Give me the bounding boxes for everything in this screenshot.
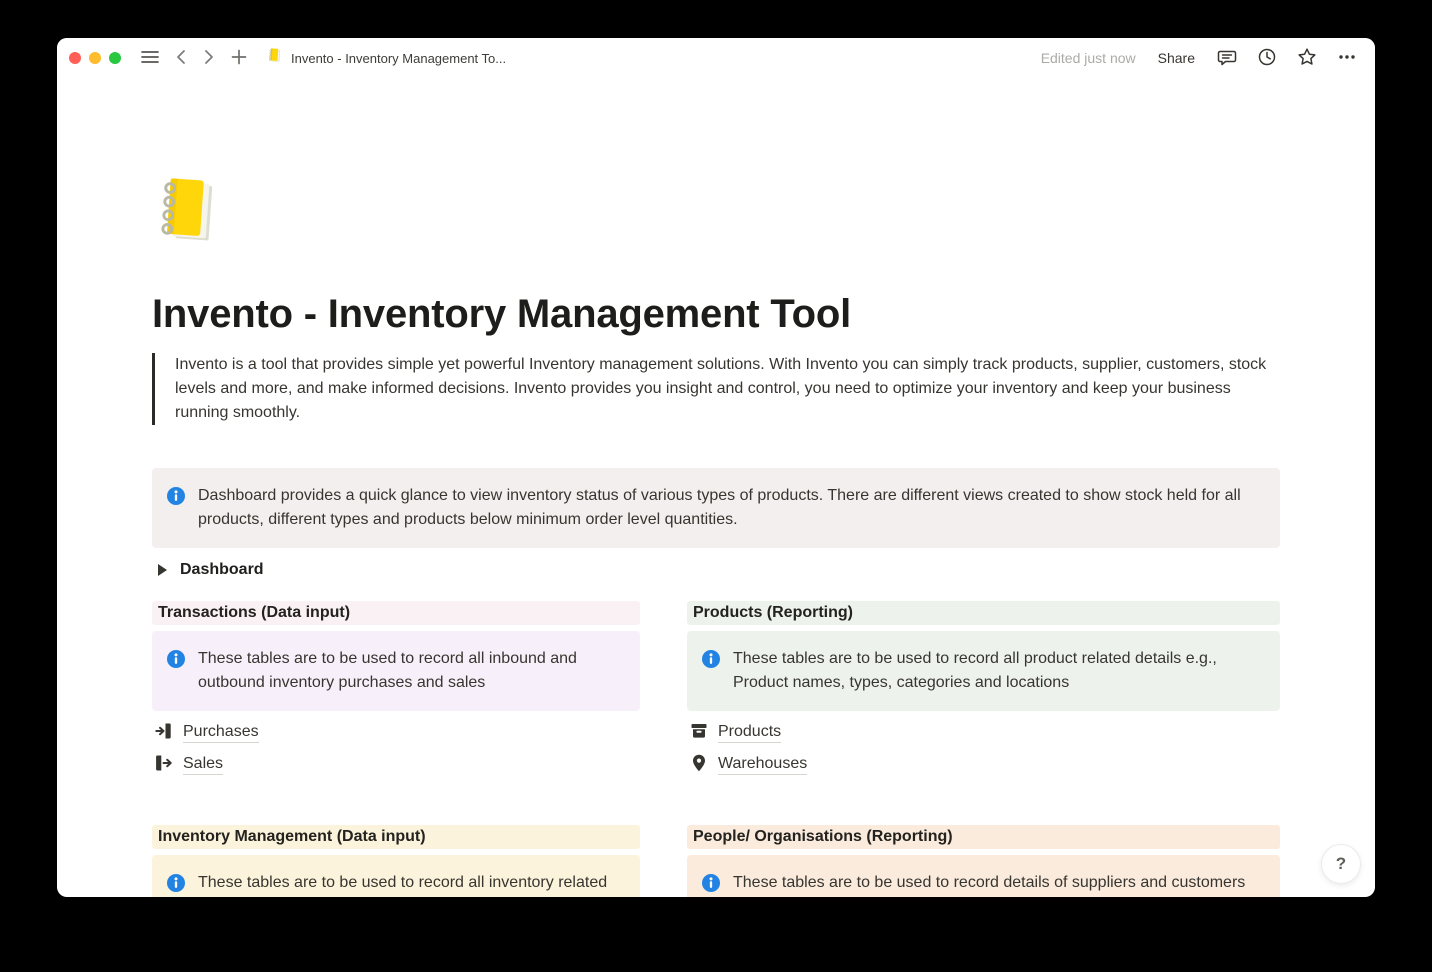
products-link-label: Products: [718, 723, 781, 743]
clock-icon: [1257, 47, 1277, 70]
page-link-warehouses[interactable]: Warehouses: [689, 753, 1280, 777]
page-link-products[interactable]: Products: [689, 721, 1280, 745]
people-organisations-callout: These tables are to be used to record de…: [687, 855, 1280, 897]
inventory-management-callout: These tables are to be used to record al…: [152, 855, 640, 897]
dashboard-toggle-label: Dashboard: [180, 561, 264, 579]
chevron-right-icon: [203, 49, 215, 68]
products-callout: These tables are to be used to record al…: [687, 631, 1280, 711]
section-header-inventory-management: Inventory Management (Data input): [152, 825, 640, 849]
two-column-layout: Transactions (Data input) These tables a…: [152, 601, 1280, 897]
section-header-people-organisations: People/ Organisations (Reporting): [687, 825, 1280, 849]
page-link-sales[interactable]: Sales: [154, 753, 640, 777]
enter-icon: [154, 721, 174, 746]
exit-icon: [154, 753, 174, 778]
minimize-window-button[interactable]: [89, 52, 101, 64]
intro-quote-text: Invento is a tool that provides simple y…: [175, 356, 1266, 421]
page-link-purchases[interactable]: Purchases: [154, 721, 640, 745]
nav-back-button[interactable]: [171, 47, 191, 70]
star-icon: [1297, 47, 1317, 70]
zoom-window-button[interactable]: [109, 52, 121, 64]
location-pin-icon: [689, 753, 709, 778]
dashboard-toggle[interactable]: Dashboard: [152, 558, 1280, 582]
edited-status: Edited just now: [1041, 50, 1136, 66]
warehouses-link-label: Warehouses: [718, 755, 807, 775]
more-options-button[interactable]: [1335, 45, 1359, 72]
help-button[interactable]: ?: [1321, 844, 1361, 884]
column-right: Products (Reporting) These tables are to…: [687, 601, 1280, 897]
comment-bubble-icon: [1217, 47, 1237, 70]
dashboard-overview-text: Dashboard provides a quick glance to vie…: [198, 484, 1264, 532]
chevron-left-icon: [175, 49, 187, 68]
current-tab[interactable]: Invento - Inventory Management To...: [267, 47, 506, 69]
dashboard-overview-callout: Dashboard provides a quick glance to vie…: [152, 468, 1280, 548]
sidebar-menu-button[interactable]: [137, 48, 163, 69]
purchases-link-label: Purchases: [183, 723, 259, 743]
traffic-lights: [69, 52, 121, 64]
page-icon-notebook[interactable]: [152, 172, 230, 250]
share-button[interactable]: Share: [1158, 50, 1195, 66]
info-icon: [701, 647, 721, 695]
products-callout-text: These tables are to be used to record al…: [733, 647, 1264, 695]
column-left: Transactions (Data input) These tables a…: [152, 601, 640, 897]
ellipsis-icon: [1337, 47, 1357, 70]
nav-forward-button[interactable]: [199, 47, 219, 70]
info-icon: [701, 871, 721, 897]
archive-box-icon: [689, 721, 709, 746]
toggle-triangle-icon: [158, 564, 167, 576]
transactions-callout-text: These tables are to be used to record al…: [198, 647, 624, 695]
notebook-emoji-icon: [267, 47, 284, 69]
favorite-button[interactable]: [1295, 45, 1319, 72]
tab-title: Invento - Inventory Management To...: [291, 51, 506, 66]
window-titlebar: Invento - Inventory Management To... Edi…: [57, 38, 1375, 78]
section-header-transactions: Transactions (Data input): [152, 601, 640, 625]
inventory-management-callout-text: These tables are to be used to record al…: [198, 871, 624, 897]
intro-quote-block: Invento is a tool that provides simple y…: [152, 353, 1280, 425]
info-icon: [166, 647, 186, 695]
history-button[interactable]: [1255, 45, 1279, 72]
info-icon: [166, 484, 186, 532]
plus-icon: [231, 49, 247, 68]
info-icon: [166, 871, 186, 897]
products-links: Products Warehouses: [687, 721, 1280, 777]
page-scroll-area: Invento - Inventory Management Tool Inve…: [57, 78, 1375, 897]
notion-window: Invento - Inventory Management To... Edi…: [57, 38, 1375, 897]
people-organisations-callout-text: These tables are to be used to record de…: [733, 871, 1245, 897]
transactions-links: Purchases Sales: [152, 721, 640, 777]
comments-button[interactable]: [1215, 45, 1239, 72]
sales-link-label: Sales: [183, 755, 223, 775]
close-window-button[interactable]: [69, 52, 81, 64]
transactions-callout: These tables are to be used to record al…: [152, 631, 640, 711]
new-tab-button[interactable]: [227, 47, 251, 70]
page-title[interactable]: Invento - Inventory Management Tool: [152, 292, 1280, 337]
section-header-products: Products (Reporting): [687, 601, 1280, 625]
hamburger-icon: [141, 50, 159, 67]
